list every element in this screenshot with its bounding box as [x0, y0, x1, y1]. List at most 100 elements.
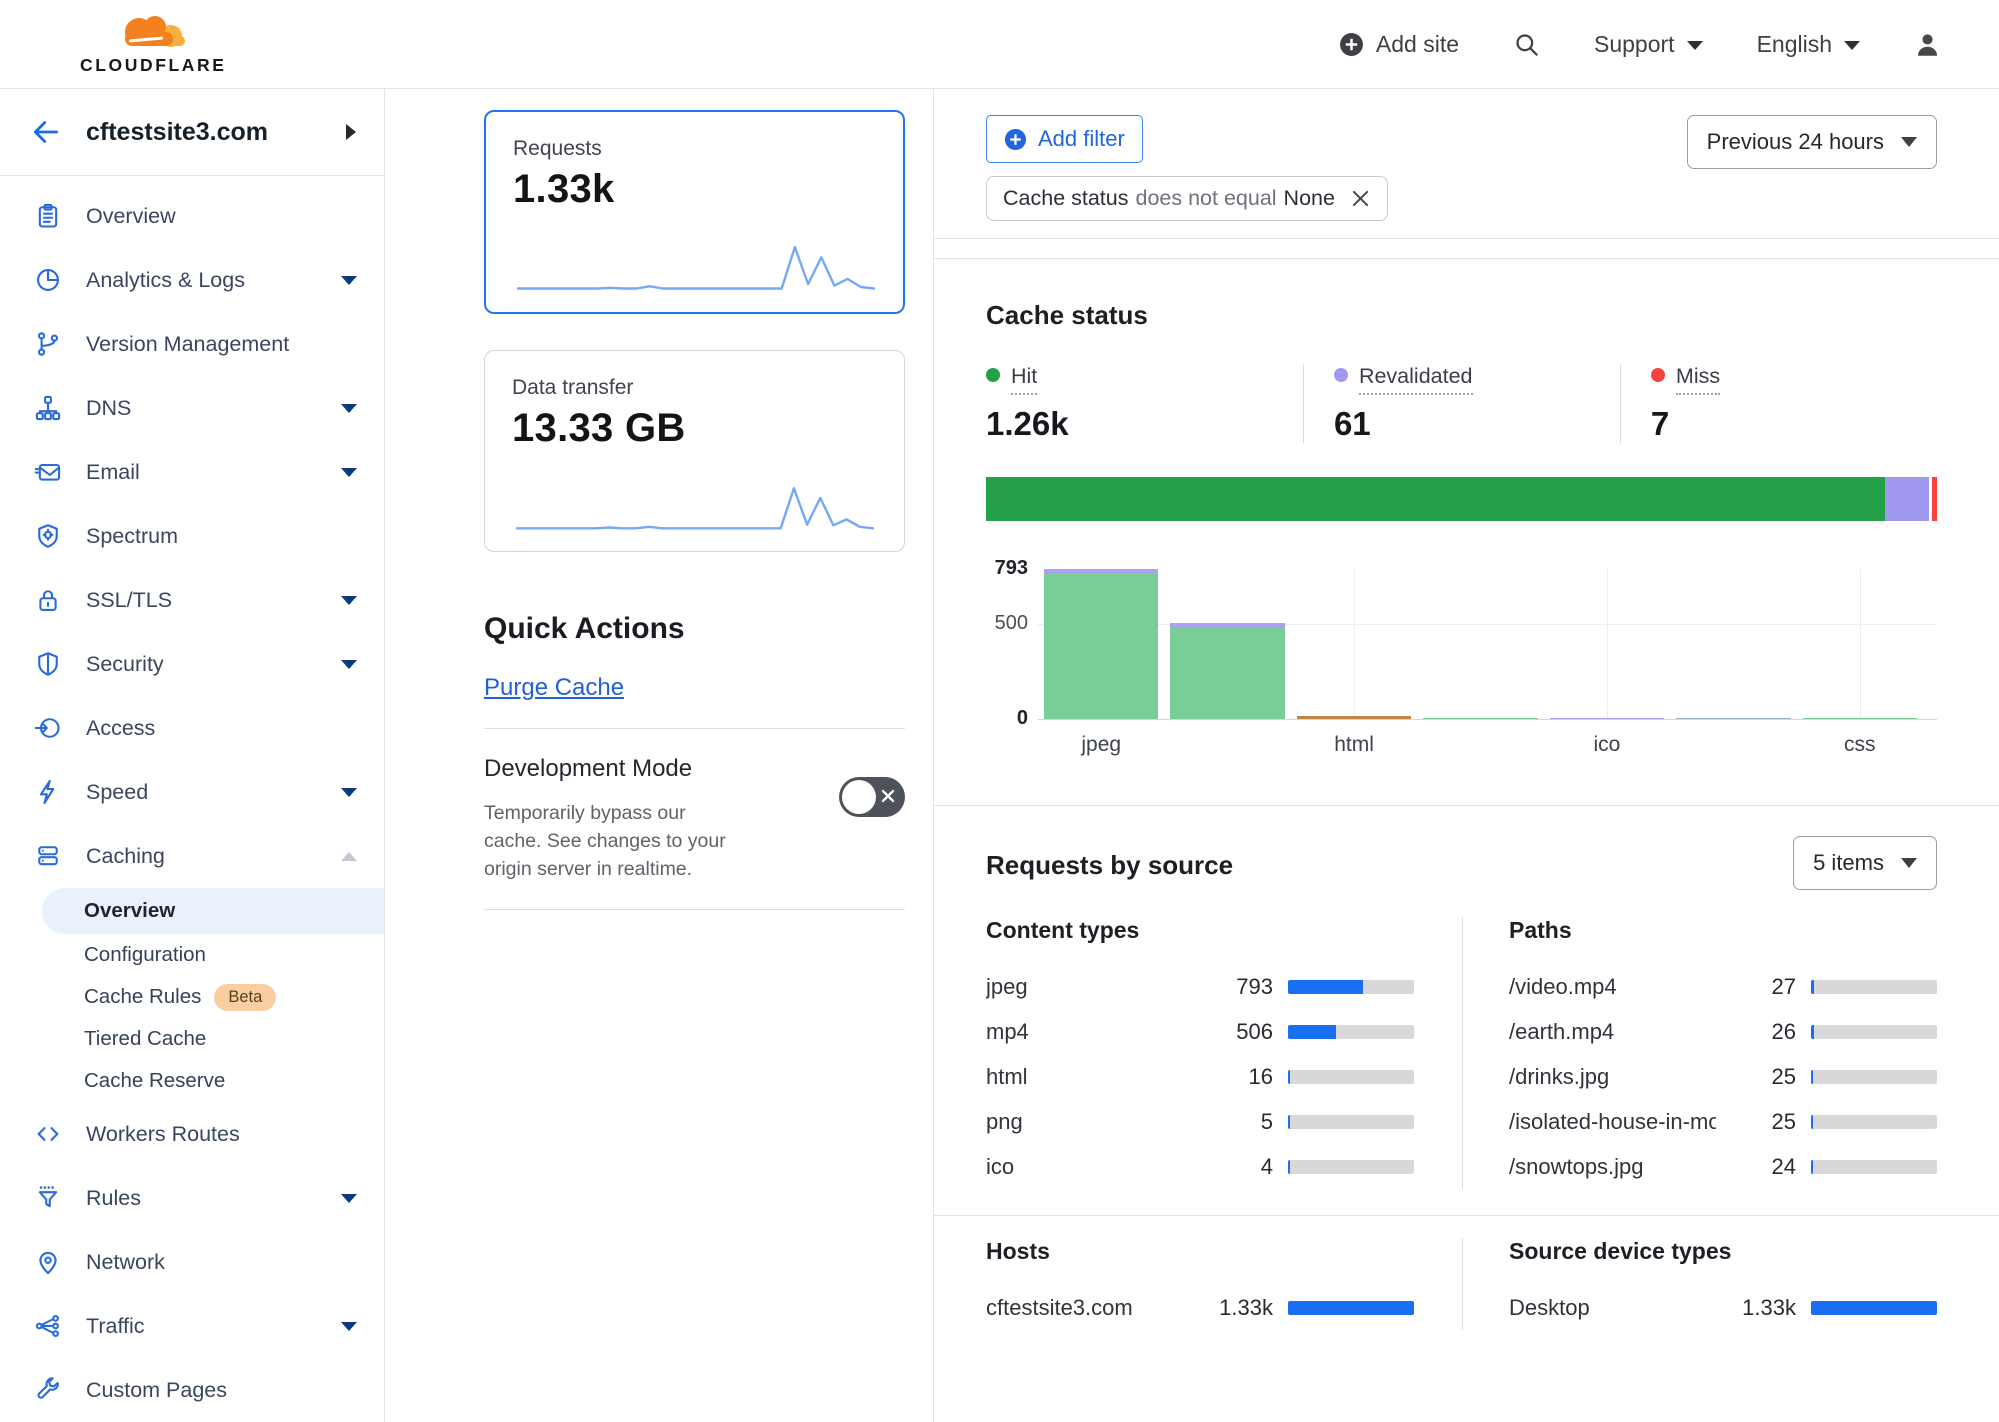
site-switcher[interactable]: cftestsite3.com [0, 89, 384, 176]
chart-bar [1170, 623, 1284, 628]
chart-bar [1550, 718, 1664, 720]
add-filter-button[interactable]: Add filter [986, 115, 1143, 163]
cache-status-bar-chart: 7935000jpeghtmlicocss [986, 559, 1937, 777]
legend-label[interactable]: Hit [1011, 364, 1037, 395]
requests-summary-card[interactable]: Requests 1.33k [484, 110, 905, 314]
items-count-dropdown[interactable]: 5 items [1793, 836, 1937, 890]
filter-chip[interactable]: Cache status does not equal None [986, 176, 1388, 221]
server-stack-icon [33, 841, 63, 871]
sidebar-item-network[interactable]: Network [0, 1230, 384, 1294]
development-mode-toggle[interactable] [839, 777, 905, 817]
gridline [1607, 569, 1608, 719]
data-transfer-summary-card[interactable]: Data transfer 13.33 GB [484, 350, 905, 552]
sidebar-item-traffic[interactable]: Traffic [0, 1294, 384, 1358]
sidebar-item-overview[interactable]: Overview [0, 184, 384, 248]
legend-label[interactable]: Revalidated [1359, 364, 1473, 395]
sidebar-item-security[interactable]: Security [0, 632, 384, 696]
sidebar-item-label: Rules [86, 1186, 141, 1211]
map-pin-icon [33, 1247, 63, 1277]
list-item[interactable]: html16 [986, 1054, 1414, 1099]
cloudflare-logo[interactable]: CLOUDFLARE [80, 12, 227, 76]
chevron-right-icon[interactable] [346, 124, 356, 140]
remove-filter-x-icon[interactable] [1350, 188, 1371, 209]
sidebar-item-caching[interactable]: Caching [0, 824, 384, 888]
sidebar-item-email[interactable]: Email [0, 440, 384, 504]
item-bar-fill [1288, 1070, 1290, 1084]
item-bar-fill [1811, 1160, 1813, 1174]
list-item[interactable]: /isolated-house-in-mo...25 [1509, 1099, 1937, 1144]
sidebar-subitem-tiered-cache[interactable]: Tiered Cache [0, 1018, 384, 1060]
dns-tree-icon [33, 393, 63, 423]
sidebar-item-spectrum[interactable]: Spectrum [0, 504, 384, 568]
time-range-dropdown[interactable]: Previous 24 hours [1687, 115, 1937, 169]
search-icon[interactable] [1513, 31, 1540, 58]
sidebar-item-label: Overview [86, 204, 176, 229]
shield-gear-icon [33, 521, 63, 551]
sidebar-subitem-cache-rules[interactable]: Cache RulesBeta [0, 976, 384, 1018]
list-item[interactable]: /video.mp427 [1509, 964, 1937, 1009]
item-bar-track [1288, 1025, 1414, 1039]
purge-cache-link[interactable]: Purge Cache [484, 674, 624, 702]
sidebar-item-label: Caching [86, 844, 165, 869]
language-menu[interactable]: English [1757, 31, 1860, 58]
wrench-icon [33, 1375, 63, 1405]
chevron-down-icon [341, 660, 357, 669]
list-item[interactable]: mp4506 [986, 1009, 1414, 1054]
item-bar-fill [1811, 1301, 1937, 1315]
legend-value: 1.26k [986, 405, 1303, 443]
y-axis-tick: 500 [986, 612, 1028, 635]
sidebar-nav: Overview Analytics & LogsVersion Manageme… [0, 176, 384, 1422]
cloudflare-cloud-icon [105, 12, 201, 54]
list-item[interactable]: ico4 [986, 1144, 1414, 1189]
sidebar-item-workers-routes[interactable]: Workers Routes [0, 1102, 384, 1166]
item-value: 25 [1716, 1064, 1796, 1090]
item-bar-track [1811, 1025, 1937, 1039]
sidebar-subitem-configuration[interactable]: Configuration [0, 934, 384, 976]
item-value: 5 [1193, 1109, 1273, 1135]
share-nodes-icon [33, 1311, 63, 1341]
sidebar-item-label: Speed [86, 780, 148, 805]
item-label: ico [986, 1154, 1193, 1180]
support-menu[interactable]: Support [1594, 31, 1703, 58]
sidebar-item-ssl-tls[interactable]: SSL/TLS [0, 568, 384, 632]
item-label: /video.mp4 [1509, 974, 1716, 1000]
legend-label[interactable]: Miss [1676, 364, 1720, 395]
sidebar-item-label: Email [86, 460, 140, 485]
user-profile-icon[interactable] [1914, 31, 1941, 58]
filter-field: Cache status [1003, 186, 1128, 211]
sidebar-subitem-overview[interactable]: Overview [42, 888, 384, 934]
analytics-panel: Add filter Cache status does not equal N… [933, 89, 1999, 1422]
chevron-down-icon [1901, 137, 1917, 147]
sidebar-item-speed[interactable]: Speed [0, 760, 384, 824]
sidebar-subitem-cache-reserve[interactable]: Cache Reserve [0, 1060, 384, 1102]
chart-bar [1297, 716, 1411, 719]
sidebar-item-label: Workers Routes [86, 1122, 240, 1147]
sidebar-item-label: Custom Pages [86, 1378, 227, 1403]
sidebar-item-access[interactable]: Access [0, 696, 384, 760]
sidebar-item-analytics-logs[interactable]: Analytics & Logs [0, 248, 384, 312]
sidebar-item-rules[interactable]: Rules [0, 1166, 384, 1230]
list-item[interactable]: jpeg793 [986, 964, 1414, 1009]
legend-dot [1651, 368, 1665, 382]
list-item[interactable]: /earth.mp426 [1509, 1009, 1937, 1054]
list-item[interactable]: /drinks.jpg25 [1509, 1054, 1937, 1099]
chart-bar [1676, 718, 1790, 720]
requests-by-source-section: Requests by source 5 items Content types… [934, 806, 1999, 1189]
sidebar-item-custom-pages[interactable]: Custom Pages [0, 1358, 384, 1422]
item-label: jpeg [986, 974, 1193, 1000]
add-site-button[interactable]: Add site [1339, 31, 1459, 58]
sidebar-item-version-management[interactable]: Version Management [0, 312, 384, 376]
list-item[interactable]: Desktop1.33k [1509, 1285, 1937, 1330]
beta-badge: Beta [214, 984, 276, 1011]
pie-chart-icon [33, 265, 63, 295]
chevron-down-icon [1687, 41, 1703, 50]
back-arrow-icon[interactable] [30, 116, 62, 148]
chevron-down-icon [341, 788, 357, 797]
list-item[interactable]: /snowtops.jpg24 [1509, 1144, 1937, 1189]
clipboard-icon [33, 201, 63, 231]
stacked-segment-hit [986, 477, 1885, 521]
list-item[interactable]: png5 [986, 1099, 1414, 1144]
sidebar-item-dns[interactable]: DNS [0, 376, 384, 440]
list-item[interactable]: cftestsite3.com1.33k [986, 1285, 1414, 1330]
item-label: /earth.mp4 [1509, 1019, 1716, 1045]
